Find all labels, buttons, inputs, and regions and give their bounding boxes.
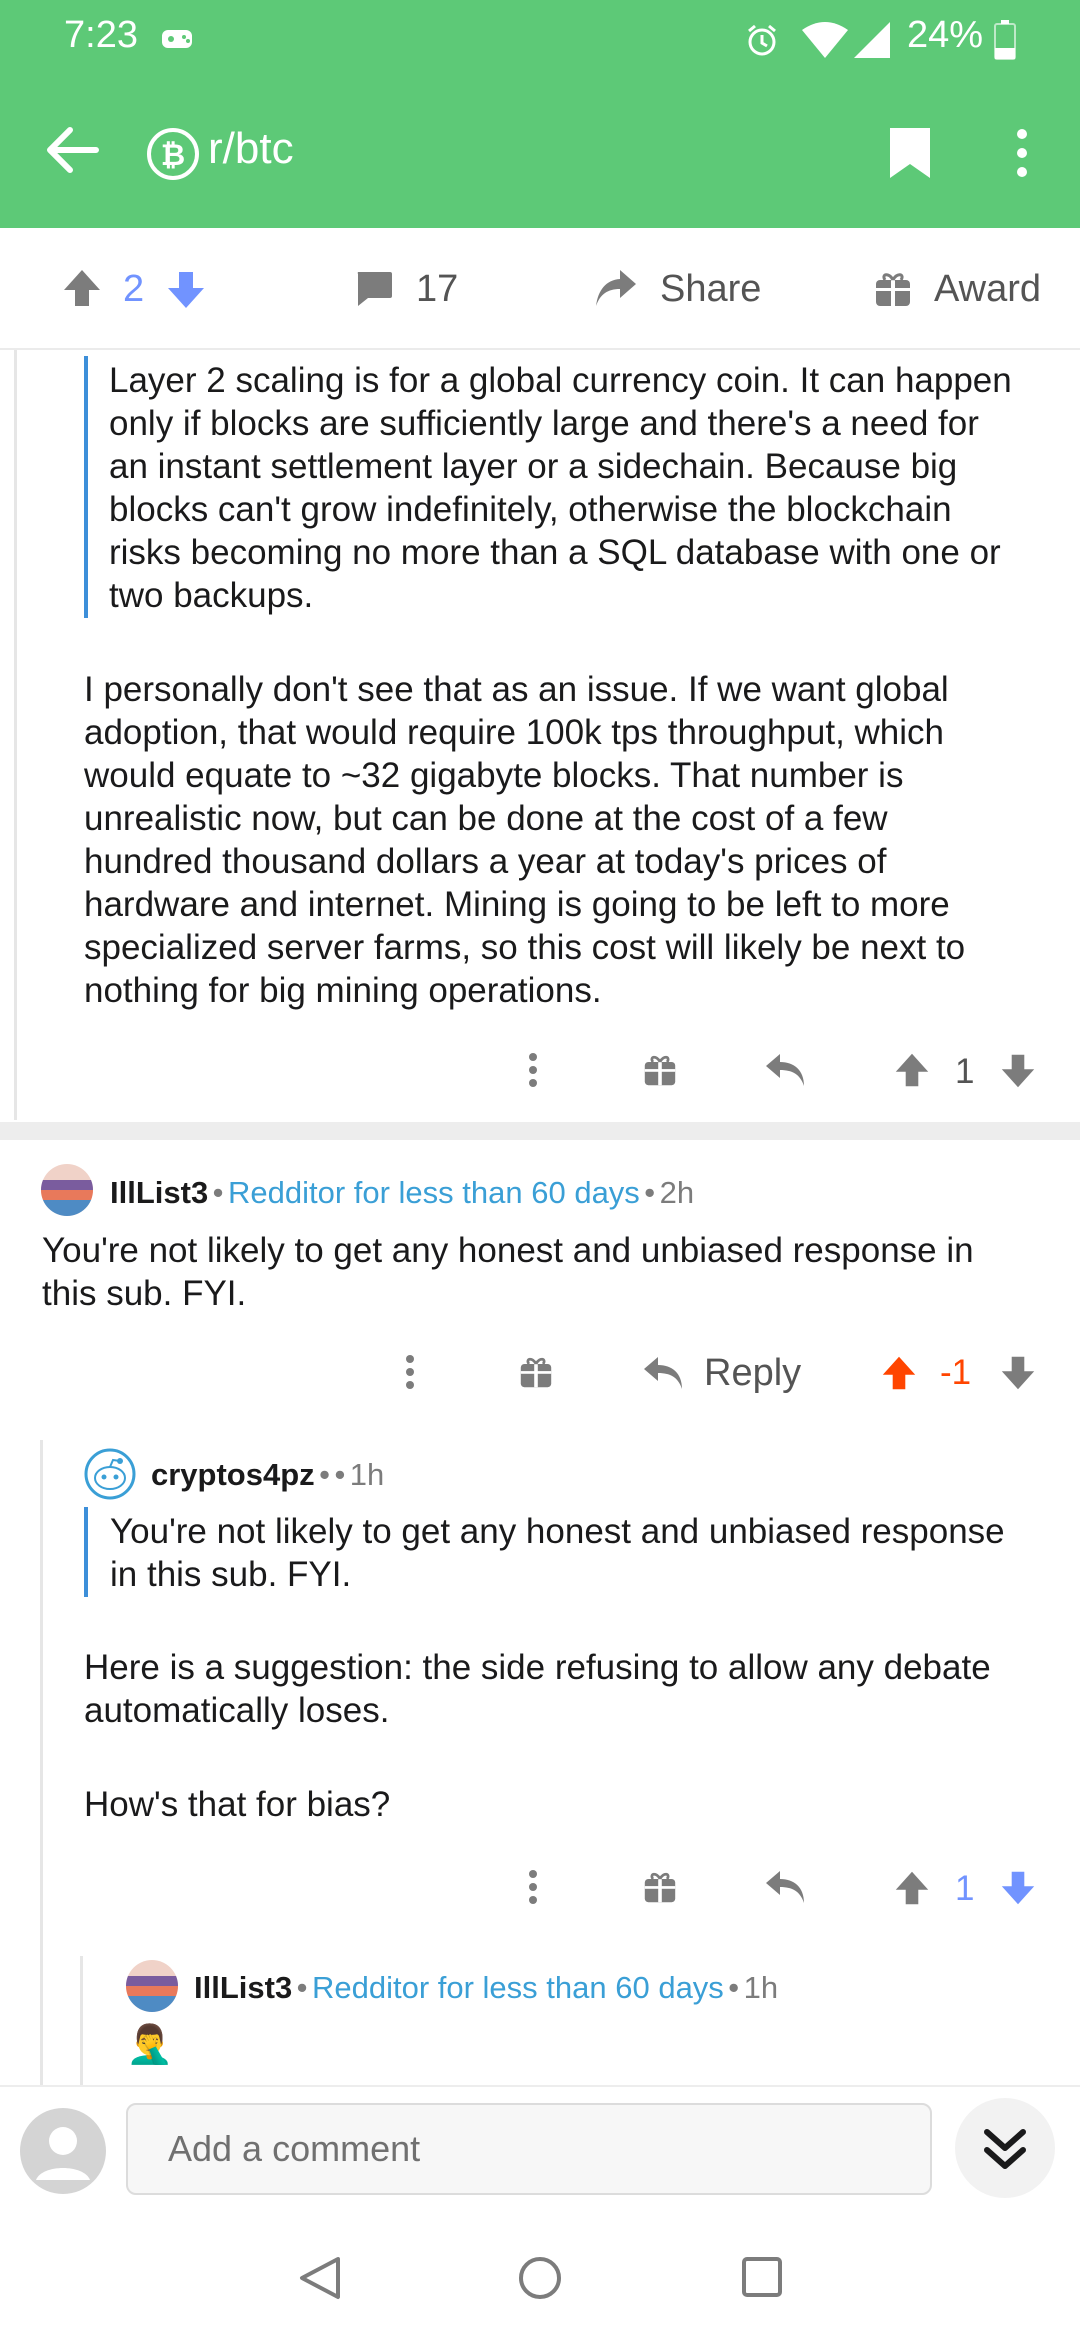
comment-time: 2h xyxy=(659,1175,695,1210)
thread-indent-line[interactable] xyxy=(80,1956,83,2085)
nav-home-icon[interactable] xyxy=(518,2256,562,2300)
comment-username[interactable]: IllList3 xyxy=(110,1175,208,1210)
battery-icon xyxy=(994,20,1016,60)
award-icon[interactable] xyxy=(874,270,912,308)
post-score: 2 xyxy=(123,268,145,310)
comment-quote: You're not likely to get any honest and … xyxy=(110,1512,1005,1594)
comment-username[interactable]: cryptos4pz xyxy=(151,1457,315,1492)
comment-downvote-icon[interactable] xyxy=(1000,1870,1036,1906)
comment-award-icon[interactable] xyxy=(643,1870,677,1904)
reply-icon[interactable] xyxy=(764,1869,806,1905)
comments-icon[interactable] xyxy=(354,270,394,308)
double-chevron-down-icon xyxy=(984,2129,1026,2169)
signal-icon xyxy=(852,20,892,60)
thread-indent-line[interactable] xyxy=(14,350,17,1120)
comment-time: 1h xyxy=(743,1970,779,2005)
reply-icon[interactable] xyxy=(642,1355,684,1391)
comment-upvote-icon[interactable] xyxy=(881,1355,917,1391)
nav-back-icon[interactable] xyxy=(298,2255,342,2301)
user-flair: Redditor for less than 60 days xyxy=(227,1175,640,1210)
parent-upvote-icon[interactable] xyxy=(894,1052,930,1088)
collapse-button[interactable] xyxy=(955,2098,1055,2198)
parent-comment-body: I personally don't see that as an issue.… xyxy=(84,670,966,1010)
post-upvote-icon[interactable] xyxy=(62,268,102,308)
parent-reply-icon[interactable] xyxy=(764,1052,806,1088)
subreddit-name[interactable]: r/btc xyxy=(208,124,294,174)
quote-bar xyxy=(84,1507,88,1597)
post-action-bar xyxy=(0,228,1080,350)
nav-recents-icon[interactable] xyxy=(741,2256,783,2298)
comment-body: You're not likely to get any honest and … xyxy=(42,1231,974,1313)
comment-more-icon[interactable] xyxy=(527,1869,539,1905)
comment-meta: cryptos4pz • • 1h xyxy=(151,1457,385,1492)
comment-award-icon[interactable] xyxy=(519,1355,553,1389)
comment-score: 1 xyxy=(955,1869,975,1908)
status-time: 7:23 xyxy=(64,14,138,56)
parent-award-icon[interactable] xyxy=(643,1053,677,1087)
subreddit-bitcoin-icon: ₿ xyxy=(146,127,200,181)
game-controller-icon xyxy=(160,24,196,54)
comment-placeholder: Add a comment xyxy=(168,2128,421,2169)
back-icon[interactable] xyxy=(44,126,100,174)
user-avatar-icon[interactable] xyxy=(20,2108,106,2194)
comment-username[interactable]: IllList3 xyxy=(194,1970,292,2005)
user-flair: Redditor for less than 60 days xyxy=(311,1970,724,2005)
parent-quote: Layer 2 scaling is for a global currency… xyxy=(109,361,1012,615)
avatar[interactable] xyxy=(41,1164,93,1216)
avatar[interactable] xyxy=(84,1448,136,1500)
wifi-icon xyxy=(800,20,850,60)
reply-button[interactable]: Reply xyxy=(704,1352,801,1395)
comment-count[interactable]: 17 xyxy=(416,268,458,311)
comment-more-icon[interactable] xyxy=(404,1354,416,1390)
avatar[interactable] xyxy=(126,1960,178,2012)
comment-downvote-icon[interactable] xyxy=(1000,1355,1036,1391)
comment-time: 1h xyxy=(349,1457,385,1492)
comment-upvote-icon[interactable] xyxy=(894,1870,930,1906)
parent-more-icon[interactable] xyxy=(527,1052,539,1088)
share-button[interactable]: Share xyxy=(660,268,761,311)
comment-body-line: How's that for bias? xyxy=(84,1785,391,1824)
bookmark-icon[interactable] xyxy=(888,126,932,180)
comment-emoji: 🤦‍♂️ xyxy=(126,2024,174,2066)
thread-separator xyxy=(0,1122,1080,1140)
quote-bar xyxy=(84,356,88,618)
post-downvote-icon[interactable] xyxy=(166,270,206,310)
parent-score: 1 xyxy=(955,1052,975,1091)
comment-meta: IllList3 • Redditor for less than 60 day… xyxy=(110,1175,695,1210)
share-icon[interactable] xyxy=(594,268,638,310)
alarm-icon xyxy=(744,22,780,58)
svg-text:₿: ₿ xyxy=(161,138,185,173)
award-button[interactable]: Award xyxy=(934,268,1041,311)
comment-body: Here is a suggestion: the side refusing … xyxy=(84,1648,991,1730)
thread-indent-line[interactable] xyxy=(40,1440,43,2085)
more-options-icon[interactable] xyxy=(1012,126,1032,180)
comment-score: -1 xyxy=(940,1353,972,1392)
parent-downvote-icon[interactable] xyxy=(1000,1053,1036,1089)
comment-meta: IllList3 • Redditor for less than 60 day… xyxy=(194,1970,779,2005)
battery-percentage: 24% xyxy=(907,14,984,56)
